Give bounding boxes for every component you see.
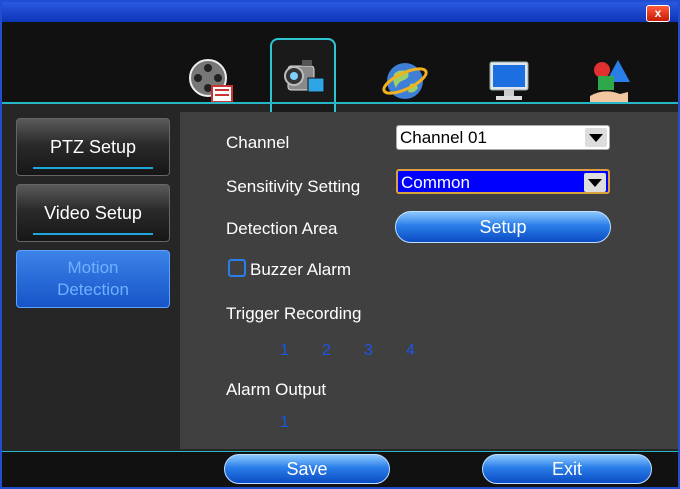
channel-label: Channel (226, 133, 290, 152)
sidebar-item-video-setup[interactable]: Video Setup (16, 184, 170, 242)
trigger-recording-label: Trigger Recording (226, 304, 362, 323)
sidebar: PTZ Setup Video Setup Motion Detection (6, 112, 172, 449)
top-tab-bar (2, 22, 678, 114)
buzzer-alarm-checkbox[interactable] (228, 259, 246, 277)
sidebar-item-label: Video Setup (44, 202, 142, 223)
save-button[interactable]: Save (224, 454, 390, 484)
globe-icon (382, 63, 428, 99)
alarm-output-label: Alarm Output (226, 380, 327, 399)
buzzer-alarm-label: Buzzer Alarm (250, 260, 352, 279)
trigger-channel-4[interactable]: 4 (406, 342, 415, 360)
camera-icon (284, 60, 325, 93)
chevron-down-icon (584, 173, 606, 192)
monitor-icon (489, 61, 529, 100)
sensitivity-label: Sensitivity Setting (226, 177, 361, 196)
sidebar-item-label: PTZ Setup (49, 136, 137, 157)
detection-area-label: Detection Area (226, 219, 338, 238)
trigger-channel-3[interactable]: 3 (364, 342, 373, 360)
channel-value: Channel 01 (400, 128, 487, 147)
chevron-down-icon (585, 128, 607, 147)
shapes-hand-icon (590, 60, 630, 102)
close-button[interactable]: x (646, 5, 670, 22)
exit-button[interactable]: Exit (482, 454, 652, 484)
trigger-channel-2[interactable]: 2 (322, 342, 331, 360)
motion-detection-window: x PTZ Setup Video Setup Motion Detection… (0, 0, 680, 489)
glow-line (33, 167, 153, 169)
title-bar: x (2, 2, 678, 22)
detection-area-setup-button[interactable]: Setup (395, 211, 611, 243)
sidebar-item-motion-detection[interactable]: Motion Detection (16, 250, 170, 308)
label-line-2: Detection (57, 280, 129, 299)
alarm-output-1[interactable]: 1 (280, 414, 289, 432)
channel-select[interactable]: Channel 01 (396, 125, 610, 150)
sidebar-item-ptz-setup[interactable]: PTZ Setup (16, 118, 170, 176)
sensitivity-select[interactable]: Common (396, 169, 610, 194)
tab-underline (2, 102, 678, 104)
sidebar-item-label: Motion Detection (57, 257, 129, 301)
glow-line (33, 233, 153, 235)
sensitivity-value: Common (401, 173, 470, 192)
label-line-1: Motion (67, 258, 119, 277)
trigger-channel-1[interactable]: 1 (280, 342, 289, 360)
film-reel-icon (189, 59, 233, 103)
